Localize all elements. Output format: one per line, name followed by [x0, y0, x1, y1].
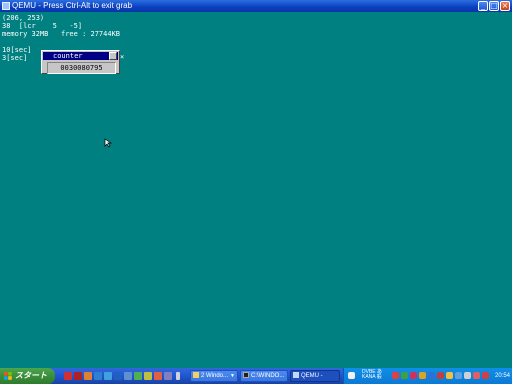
- command-prompt-icon: [243, 372, 249, 378]
- task-label: QEMU -: [301, 373, 323, 379]
- quicklaunch-icon-2[interactable]: [74, 372, 82, 380]
- ime-line-2: KANA 般: [362, 374, 382, 380]
- counter-close-button[interactable]: ×: [109, 52, 124, 61]
- task-label: C:\WINDO...: [251, 373, 285, 379]
- maximize-icon: □: [490, 1, 498, 10]
- tray-icon-5[interactable]: [428, 372, 435, 379]
- quicklaunch-icon-8[interactable]: [134, 372, 142, 380]
- tray-icon-7[interactable]: [446, 372, 453, 379]
- tray-icon-10[interactable]: [473, 372, 480, 379]
- tray-icon-3[interactable]: [410, 372, 417, 379]
- tray-icon-6[interactable]: [437, 372, 444, 379]
- ime-language-bar[interactable]: DVBE あ KANA 般: [362, 370, 382, 380]
- memory-status-text: memory 32MB free : 27744KB: [2, 30, 121, 38]
- taskbar-clock[interactable]: 20:54: [495, 368, 510, 384]
- qemu-icon: [293, 372, 299, 378]
- close-icon: ×: [120, 53, 125, 61]
- taskbar-task-qemu[interactable]: QEMU -: [290, 370, 340, 382]
- tray-icon-4[interactable]: [419, 372, 426, 379]
- close-button[interactable]: ×: [500, 1, 510, 11]
- quicklaunch-icon-3[interactable]: [84, 372, 92, 380]
- tray-icon-2[interactable]: [401, 372, 408, 379]
- taskbar: スタート 2 Windo... ▼ C:\WINDO... QEMU - DVBE…: [0, 368, 512, 384]
- quicklaunch-icon-1[interactable]: [64, 372, 72, 380]
- log-line-2: 3[sec]: [2, 54, 28, 62]
- minimize-button[interactable]: _: [478, 1, 488, 11]
- window-title: QEMU - Press Ctrl-Alt to exit grab: [12, 1, 133, 10]
- quicklaunch-icon-10[interactable]: [154, 372, 162, 380]
- folder-icon: [193, 372, 199, 378]
- counter-value: 0030080795: [47, 62, 116, 74]
- ime-icon[interactable]: [348, 372, 355, 379]
- windows-logo-icon: [4, 372, 12, 380]
- start-button[interactable]: スタート: [0, 368, 55, 384]
- qemu-app-icon: [2, 2, 10, 10]
- chevron-down-icon: ▼: [230, 373, 235, 379]
- task-label: 2 Windo...: [201, 373, 229, 379]
- mouse-coordinates-text: (206, 253): [2, 14, 45, 22]
- quicklaunch-icon-9[interactable]: [144, 372, 152, 380]
- counter-title: counter: [53, 52, 83, 60]
- quicklaunch-expand-icon[interactable]: [176, 372, 180, 380]
- tray-icon-9[interactable]: [464, 372, 471, 379]
- quicklaunch-icon-11[interactable]: [164, 372, 172, 380]
- counter-title-bar[interactable]: counter ×: [43, 52, 124, 61]
- tray-icon-1[interactable]: [392, 372, 399, 379]
- system-tray: DVBE あ KANA 般 20:54: [343, 368, 512, 384]
- maximize-button[interactable]: □: [489, 1, 499, 11]
- quicklaunch-icon-4[interactable]: [94, 372, 102, 380]
- taskbar-task-command-prompt[interactable]: C:\WINDO...: [240, 370, 288, 382]
- counter-window[interactable]: counter × 0030080795: [41, 50, 124, 74]
- start-label: スタート: [15, 371, 47, 380]
- quicklaunch-icon-6[interactable]: [114, 372, 122, 380]
- mouse-status-text: 38 [lcr 5 -5]: [2, 22, 83, 30]
- mouse-cursor-icon: [104, 138, 113, 148]
- log-line-1: 10[sec]: [2, 46, 32, 54]
- tray-icon-8[interactable]: [455, 372, 462, 379]
- quicklaunch-icon-7[interactable]: [124, 372, 132, 380]
- window-title-bar[interactable]: QEMU - Press Ctrl-Alt to exit grab _ □ ×: [0, 0, 512, 12]
- quicklaunch-icon-5[interactable]: [104, 372, 112, 380]
- taskbar-task-windows-folder[interactable]: 2 Windo... ▼: [190, 370, 238, 382]
- tray-icon-11[interactable]: [482, 372, 489, 379]
- minimize-icon: _: [481, 1, 485, 10]
- close-icon: ×: [501, 1, 509, 10]
